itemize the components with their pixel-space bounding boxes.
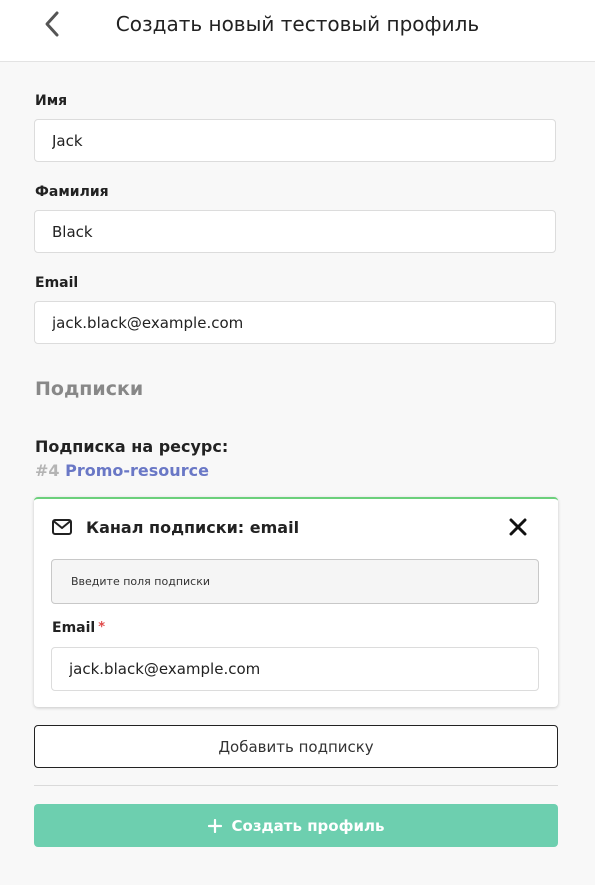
page-title: Создать новый тестовый профиль bbox=[115, 12, 480, 36]
resource-number: #4 bbox=[35, 461, 60, 480]
first-name-label: Имя bbox=[35, 93, 68, 109]
channel-title: Канал подписки: email bbox=[86, 518, 300, 537]
envelope-icon bbox=[52, 519, 72, 535]
create-profile-button[interactable]: Создать профиль bbox=[34, 804, 558, 847]
resource-label: Подписка на ресурс: bbox=[35, 437, 229, 456]
top-bar: Создать новый тестовый профиль bbox=[0, 0, 595, 62]
subscription-channel-card: Канал подписки: email Введите поля подпи… bbox=[34, 497, 558, 707]
divider bbox=[34, 785, 558, 786]
subscriptions-section-title: Подписки bbox=[35, 378, 144, 400]
add-subscription-button[interactable]: Добавить подписку bbox=[34, 725, 558, 768]
email-input[interactable] bbox=[34, 301, 556, 344]
channel-email-label: Email * bbox=[52, 620, 105, 636]
channel-email-input[interactable] bbox=[51, 647, 539, 691]
resource-line: #4 Promo-resource bbox=[35, 461, 209, 480]
resource-link[interactable]: Promo-resource bbox=[65, 461, 209, 480]
first-name-input[interactable] bbox=[34, 119, 556, 162]
last-name-label: Фамилия bbox=[35, 184, 109, 200]
plus-icon bbox=[207, 818, 222, 833]
close-icon bbox=[509, 518, 527, 536]
subscription-hint-text: Введите поля подписки bbox=[71, 575, 210, 588]
last-name-input[interactable] bbox=[34, 210, 556, 253]
remove-channel-button[interactable] bbox=[506, 515, 530, 539]
create-profile-label: Создать профиль bbox=[231, 816, 385, 835]
required-mark: * bbox=[98, 620, 106, 635]
email-label: Email bbox=[35, 275, 79, 291]
subscription-hint: Введите поля подписки bbox=[51, 559, 539, 604]
add-subscription-label: Добавить подписку bbox=[218, 737, 374, 756]
channel-email-label-text: Email bbox=[52, 620, 96, 636]
